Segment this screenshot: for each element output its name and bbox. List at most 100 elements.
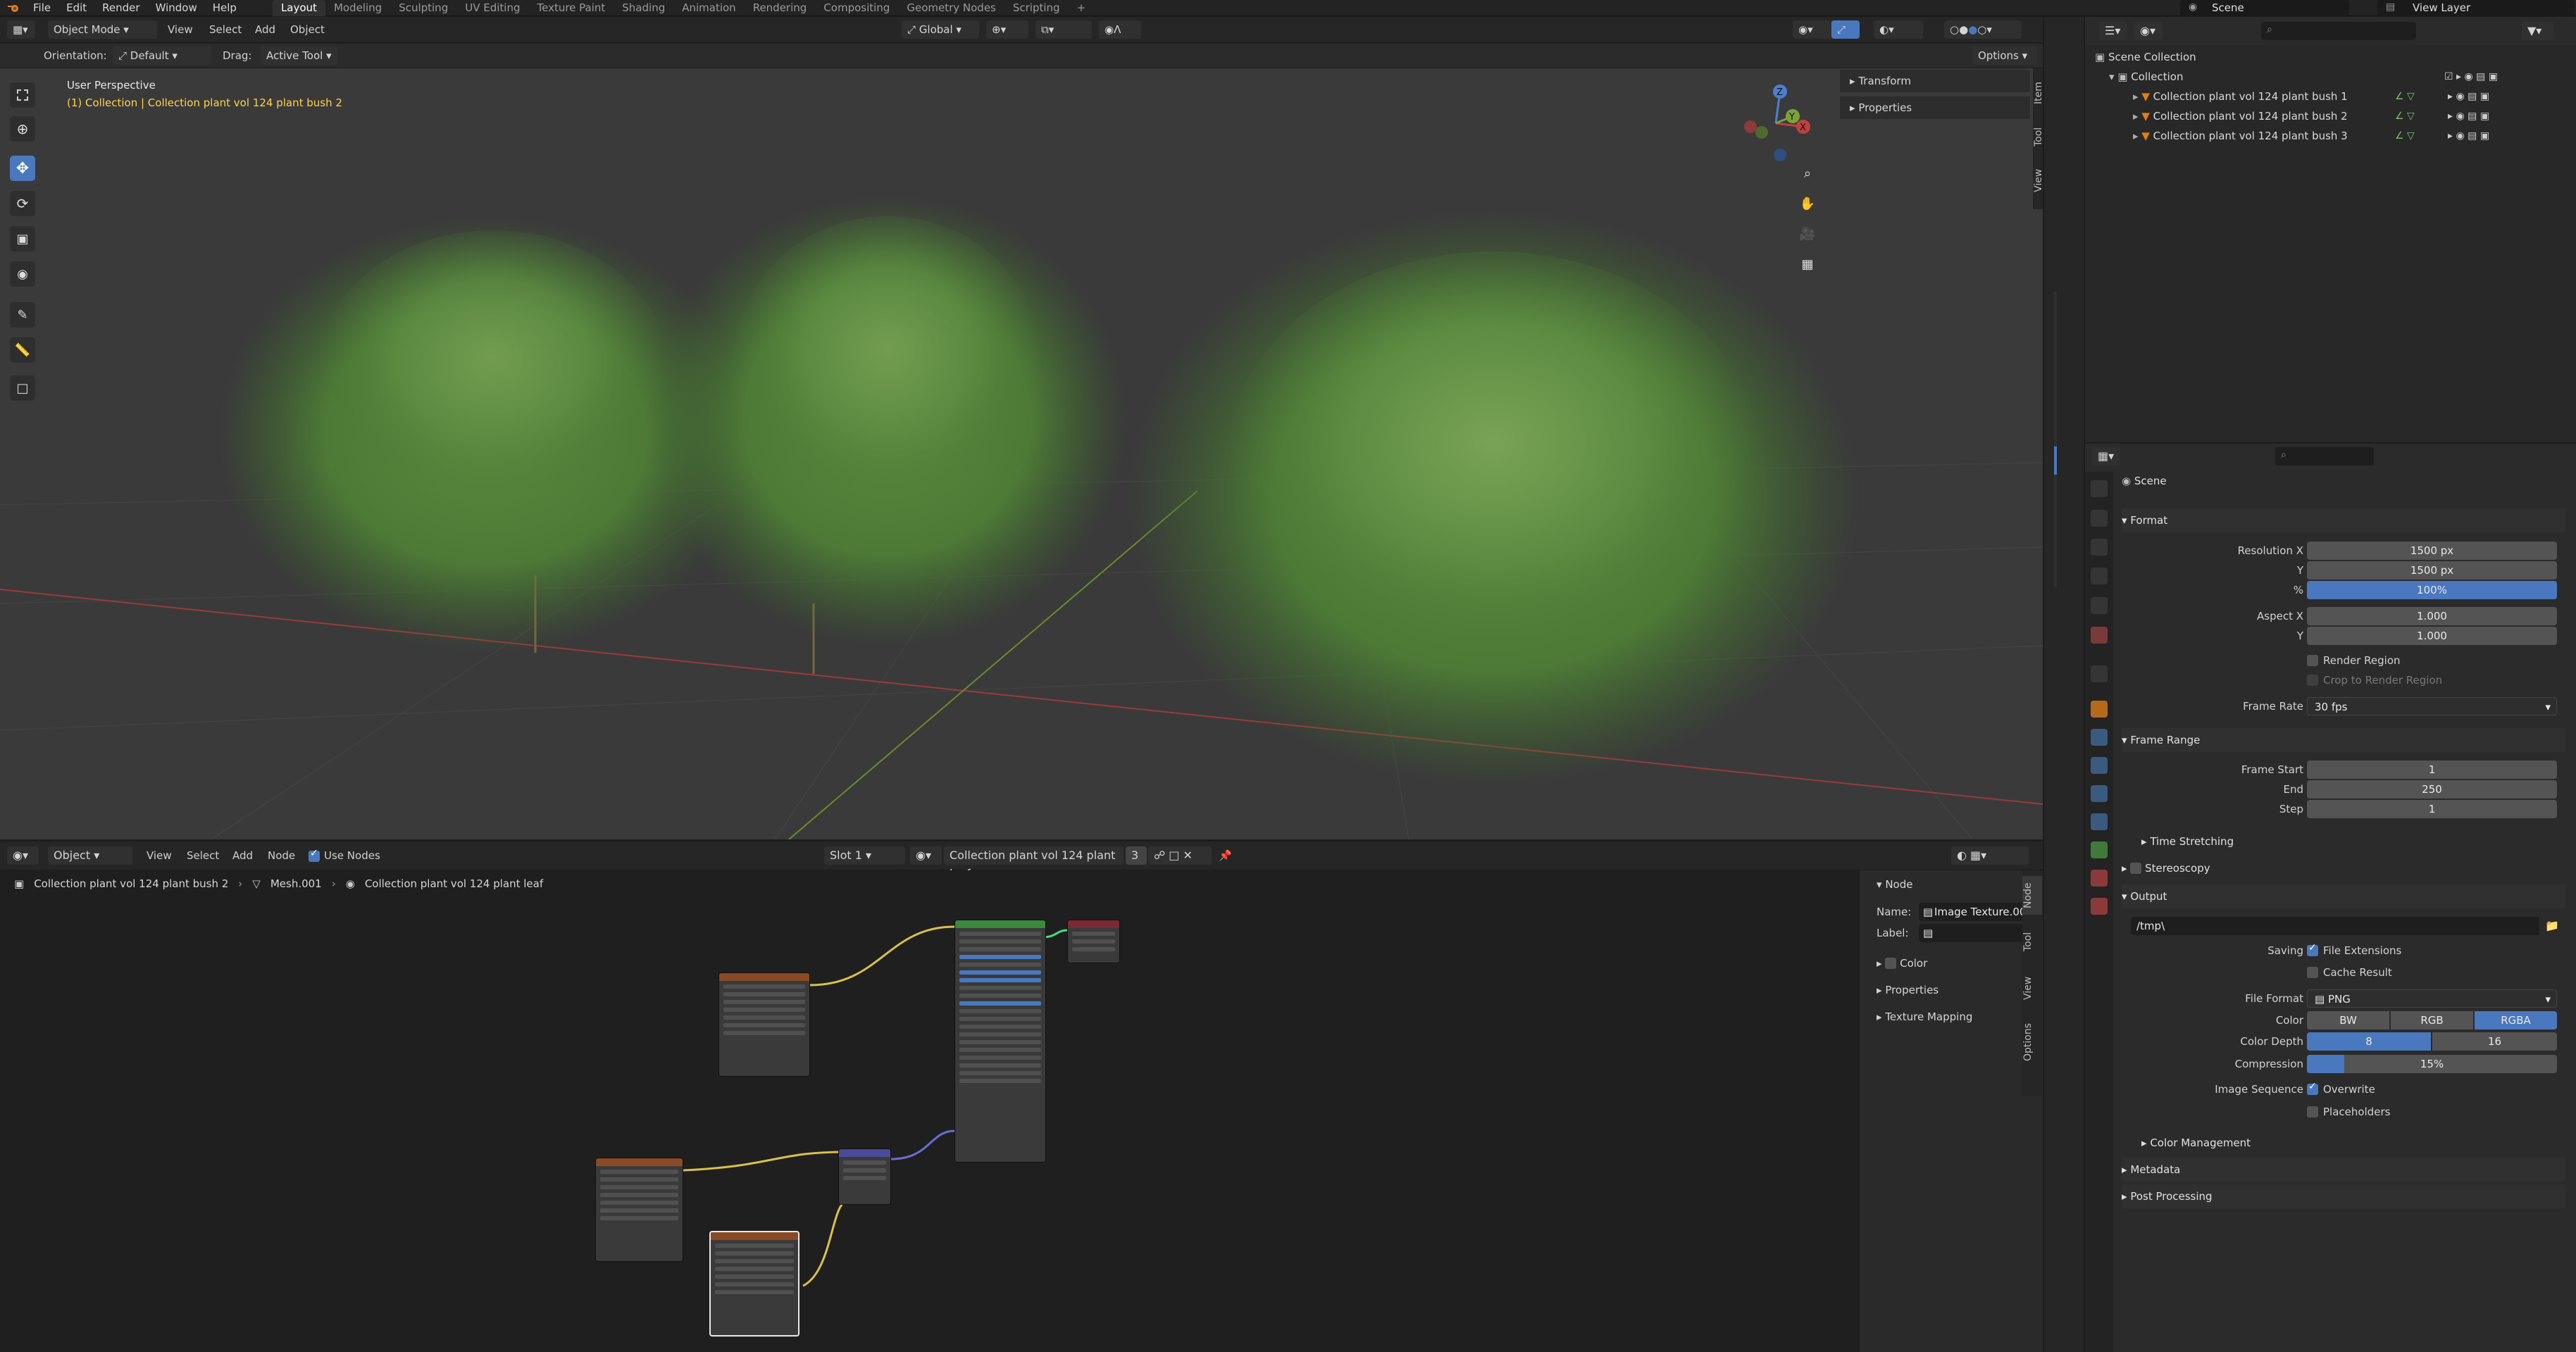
camera-view-icon[interactable]: 🎥 [1796, 223, 1819, 245]
npanel-transform[interactable]: ▸ Transform [1840, 70, 2030, 92]
annotate-tool-icon[interactable]: ✎ [10, 302, 35, 327]
viewport-menu-view[interactable]: View [168, 20, 193, 39]
zoom-icon[interactable]: ⌕ [1796, 162, 1819, 184]
frame-range-section-header[interactable]: ▾ Frame Range [2122, 728, 2565, 752]
rotate-tool-icon[interactable]: ⟳ [10, 191, 35, 216]
workspace-tab-sculpting[interactable]: Sculpting [390, 0, 456, 16]
menu-file[interactable]: File [25, 0, 58, 16]
menu-help[interactable]: Help [205, 0, 244, 16]
drag-dropdown[interactable]: Active Tool ▾ [261, 46, 338, 65]
color-depth-16-button[interactable]: 16 [2432, 1032, 2557, 1051]
stereoscopy-section-header[interactable]: ▸ Stereoscopy [2122, 856, 2565, 880]
node-menu-add[interactable]: Add [232, 846, 253, 865]
normal-map-node[interactable] [838, 1148, 891, 1205]
outliner-row-bush-3[interactable]: ▸ ▼ Collection plant vol 124 plant bush … [2085, 126, 2576, 146]
node-object-dropdown[interactable]: Object ▾ [48, 846, 132, 865]
navigation-gizmo[interactable]: Z X Y [1736, 77, 1814, 162]
shading-mode-icon[interactable]: ○●●○▾ [1944, 20, 2022, 39]
viewport-menu-select[interactable]: Select [209, 20, 242, 39]
mode-dropdown[interactable]: Object Mode ▾ [48, 20, 157, 39]
transform-orientation-dropdown[interactable]: ⤢ Global ▾ [902, 20, 979, 39]
file-format-dropdown[interactable]: ▤ PNG ▾ [2307, 989, 2557, 1008]
workspace-tab-shading[interactable]: Shading [614, 0, 673, 16]
editor-type-icon[interactable]: ▦▾ [7, 20, 35, 39]
viewport-menu-object[interactable]: Object [290, 20, 325, 39]
node-color-checkbox[interactable] [1885, 958, 1897, 969]
node-editor-type-icon[interactable]: ◉▾ [7, 846, 39, 865]
slot-dropdown[interactable]: Slot 1 ▾ [824, 846, 905, 865]
material-users-count[interactable]: 3 [1126, 846, 1147, 865]
color-rgba-button[interactable]: RGBA [2475, 1011, 2557, 1029]
view-layer-selector[interactable]: ▤ View Layer [2377, 0, 2575, 16]
stereoscopy-checkbox[interactable] [2130, 863, 2142, 874]
material-actions-icon[interactable]: ☍ □ ✕ [1148, 846, 1212, 865]
menu-edit[interactable]: Edit [58, 0, 94, 16]
image-texture-node-1[interactable] [718, 972, 810, 1077]
use-nodes-checkbox[interactable] [309, 848, 320, 862]
aspect-y-field[interactable]: 1.000 [2307, 627, 2557, 645]
frame-end-field[interactable]: 250 [2307, 780, 2557, 799]
resolution-x-field[interactable]: 1500 px [2307, 542, 2557, 560]
workspace-tab-scripting[interactable]: Scripting [1004, 0, 1069, 16]
collection-tab-icon[interactable] [2091, 665, 2108, 682]
output-tab-icon[interactable] [2091, 539, 2108, 556]
timeline-scrub-strip[interactable] [2054, 292, 2057, 587]
output-path-field[interactable]: /tmp\ [2131, 917, 2539, 935]
node-tab-node[interactable]: Node [2022, 876, 2042, 915]
node-tab-tool[interactable]: Tool [2022, 922, 2042, 961]
properties-editor-type-icon[interactable]: ▦▾ [2092, 447, 2120, 465]
image-texture-node-2[interactable] [595, 1158, 683, 1262]
node-name-field[interactable]: ▤ Image Texture.002 [1919, 903, 2037, 921]
outliner-row-scene-collection[interactable]: ▣ Scene Collection [2085, 47, 2576, 67]
select-box-tool-icon[interactable] [10, 82, 35, 108]
gizmo-toggle-icon[interactable]: ⤢ [1831, 20, 1860, 39]
physics-tab-icon[interactable] [2091, 785, 2108, 802]
cursor-tool-icon[interactable]: ⊕ [10, 116, 35, 142]
resolution-y-field[interactable]: 1500 px [2307, 561, 2557, 580]
3d-viewport[interactable]: User Perspective (1) Collection | Collec… [0, 68, 2043, 839]
node-overlay-icon[interactable]: ◐ ▦▾ [1951, 846, 2029, 865]
color-management-subpanel[interactable]: ▸ Color Management [2141, 1131, 2564, 1155]
particles-tab-icon[interactable] [2091, 757, 2108, 774]
file-extensions-checkbox[interactable] [2307, 942, 2318, 956]
post-processing-section-header[interactable]: ▸ Post Processing [2122, 1184, 2565, 1208]
time-stretching-subpanel[interactable]: ▸ Time Stretching [2141, 830, 2564, 853]
constraints-tab-icon[interactable] [2091, 813, 2108, 830]
material-browse-icon[interactable]: ◉▾ [910, 846, 942, 865]
npanel-properties[interactable]: ▸ Properties [1840, 96, 2030, 119]
ortho-grid-icon[interactable]: ▦ [1796, 253, 1819, 275]
bush-2[interactable] [648, 195, 1127, 674]
overlays-icon[interactable]: ◐▾ [1874, 20, 1923, 39]
color-rgb-button[interactable]: RGB [2391, 1011, 2473, 1029]
workspace-tab-modeling[interactable]: Modeling [325, 0, 390, 16]
color-bw-button[interactable]: BW [2307, 1011, 2389, 1029]
world-tab-icon[interactable] [2091, 627, 2108, 644]
sidebar-tab-tool[interactable]: Tool [2033, 118, 2043, 156]
blender-logo-icon[interactable] [7, 3, 21, 13]
transform-tool-icon[interactable]: ◉ [10, 261, 35, 287]
node-section-header[interactable]: ▾ Node [1867, 873, 2018, 896]
orientation-dropdown[interactable]: ⤢ Default ▾ [113, 46, 211, 65]
visibility-icon[interactable]: ▸ ◉ ▤ ▣ [2448, 87, 2489, 106]
view-layer-tab-icon[interactable] [2091, 568, 2108, 584]
workspace-tab-uv-editing[interactable]: UV Editing [456, 0, 528, 16]
measure-tool-icon[interactable]: 📏 [10, 337, 35, 363]
data-tab-icon[interactable] [2091, 841, 2108, 858]
node-label-field[interactable]: ▤ [1919, 924, 2037, 942]
visibility-icon[interactable]: ▸ ◉ ▤ ▣ [2448, 126, 2489, 146]
outliner-toggles-icon[interactable]: ☑ ▸ ◉ ▤ ▣ [2444, 67, 2498, 87]
output-section-header[interactable]: ▾ Output [2122, 884, 2565, 908]
pivot-icon[interactable]: ⊕▾ [986, 20, 1028, 39]
options-dropdown[interactable]: Options ▾ [1972, 46, 2037, 65]
bush-3[interactable] [1127, 209, 1860, 787]
pin-icon[interactable]: 📌 [1219, 846, 1232, 865]
cache-result-checkbox[interactable] [2307, 967, 2318, 978]
properties-search-input[interactable]: ⌕ [2275, 447, 2374, 465]
node-color-subpanel[interactable]: ▸ Color [1867, 952, 2018, 975]
workspace-tab-texture-paint[interactable]: Texture Paint [528, 0, 614, 16]
frame-start-field[interactable]: 1 [2307, 760, 2557, 779]
add-workspace-button[interactable]: + [1069, 0, 1095, 16]
compression-slider[interactable]: 15% [2307, 1055, 2557, 1073]
outliner-row-collection[interactable]: ▾ ▣ Collection ☑ ▸ ◉ ▤ ▣ [2085, 67, 2576, 87]
color-depth-8-button[interactable]: 8 [2307, 1032, 2431, 1051]
